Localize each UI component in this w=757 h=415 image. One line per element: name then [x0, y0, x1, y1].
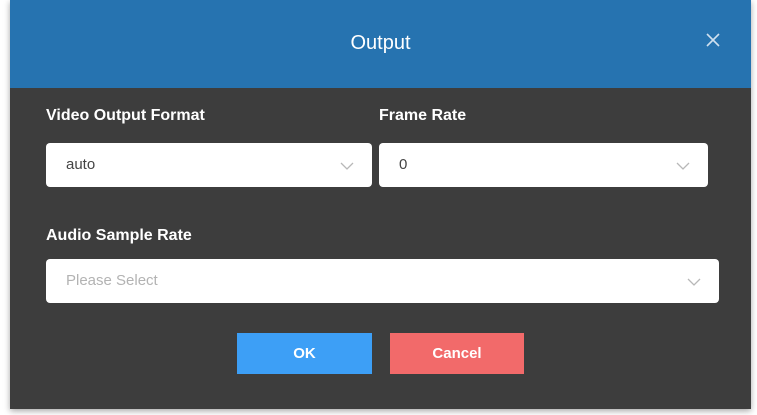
audio-sample-rate-label: Audio Sample Rate	[46, 227, 192, 244]
chevron-down-icon	[340, 159, 354, 173]
close-button[interactable]	[701, 28, 725, 52]
frame-rate-value: 0	[399, 156, 408, 173]
frame-rate-select[interactable]: 0	[379, 143, 708, 187]
output-dialog: Output Video Output Format auto Frame Ra…	[10, 0, 751, 409]
chevron-down-icon	[687, 275, 701, 289]
video-output-format-select[interactable]: auto	[46, 143, 372, 187]
frame-rate-label: Frame Rate	[379, 107, 467, 124]
close-icon	[706, 33, 720, 47]
dialog-header: Output	[10, 0, 751, 88]
cancel-button[interactable]: Cancel	[390, 333, 524, 374]
video-output-format-value: auto	[66, 156, 96, 173]
video-output-format-label: Video Output Format	[46, 107, 205, 124]
audio-sample-rate-select[interactable]: Please Select	[46, 259, 719, 303]
chevron-down-icon	[676, 159, 690, 173]
ok-button[interactable]: OK	[237, 333, 372, 374]
audio-sample-rate-placeholder: Please Select	[66, 272, 158, 289]
dialog-title: Output	[350, 32, 411, 54]
